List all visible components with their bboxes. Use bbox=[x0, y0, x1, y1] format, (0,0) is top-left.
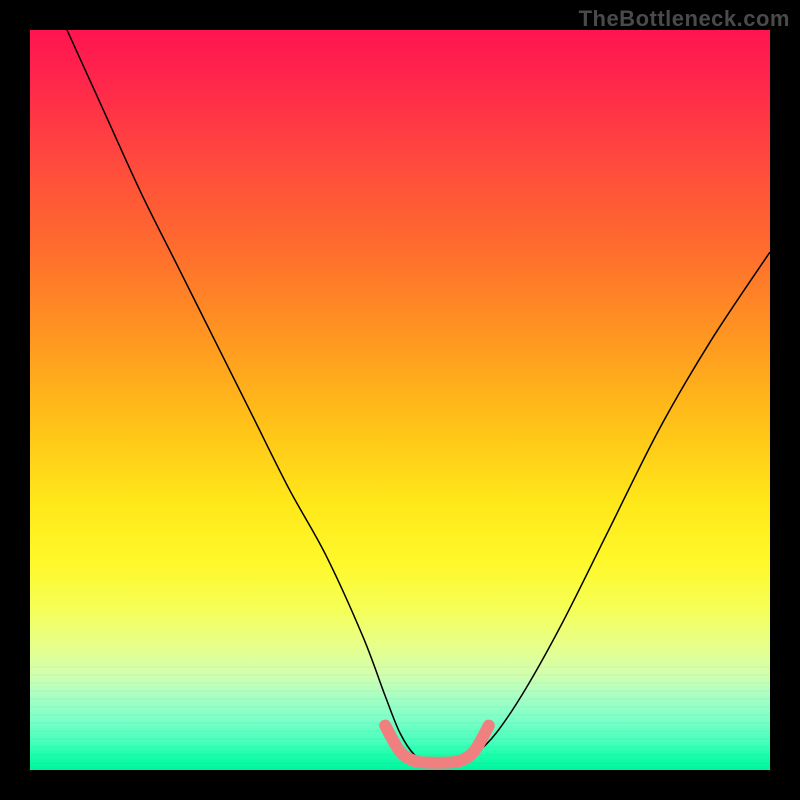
chart-frame: TheBottleneck.com bbox=[0, 0, 800, 800]
plot-area bbox=[30, 30, 770, 770]
pink-segment-path bbox=[385, 726, 489, 763]
black-curve-path bbox=[67, 30, 770, 763]
curve-svg bbox=[30, 30, 770, 770]
watermark-text: TheBottleneck.com bbox=[579, 6, 790, 32]
